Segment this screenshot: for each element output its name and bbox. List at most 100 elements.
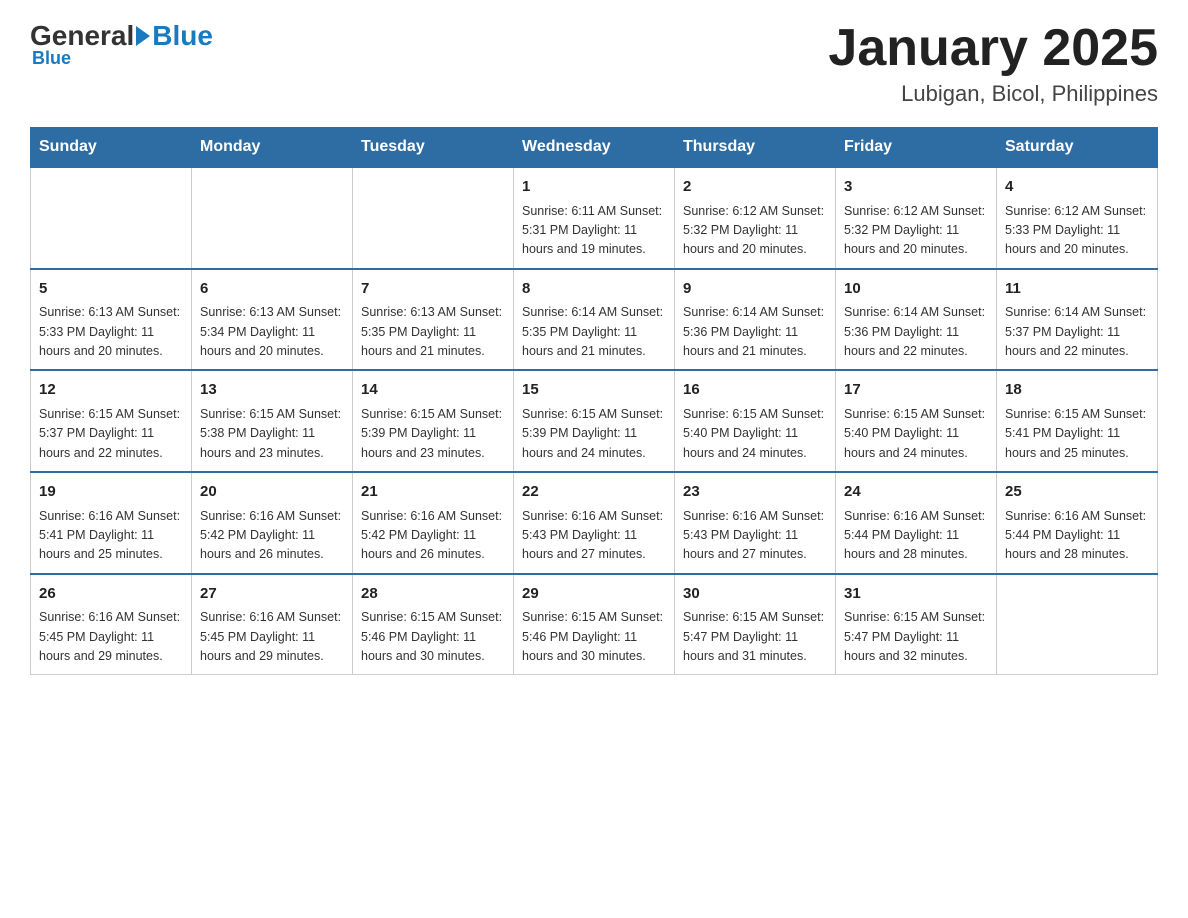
day-info: Sunrise: 6:14 AM Sunset: 5:36 PM Dayligh… [683, 303, 827, 361]
day-number: 29 [522, 583, 666, 606]
day-info: Sunrise: 6:12 AM Sunset: 5:32 PM Dayligh… [683, 202, 827, 260]
title-section: January 2025 Lubigan, Bicol, Philippines [828, 20, 1158, 107]
day-number: 19 [39, 481, 183, 504]
calendar-header-sunday: Sunday [31, 128, 192, 168]
calendar-cell: 22 Sunrise: 6:16 AM Sunset: 5:43 PM Dayli… [514, 472, 675, 574]
day-info: Sunrise: 6:15 AM Sunset: 5:47 PM Dayligh… [844, 608, 988, 666]
day-number: 14 [361, 379, 505, 402]
calendar-cell: 19Sunrise: 6:16 AM Sunset: 5:41 PM Dayli… [31, 472, 192, 574]
calendar-header-saturday: Saturday [997, 128, 1158, 168]
day-number: 10 [844, 278, 988, 301]
day-number: 22 [522, 481, 666, 504]
calendar-cell: 6Sunrise: 6:13 AM Sunset: 5:34 PM Daylig… [192, 269, 353, 371]
day-number: 17 [844, 379, 988, 402]
day-info: Sunrise: 6:16 AM Sunset: 5:42 PM Dayligh… [200, 507, 344, 565]
week-row-2: 5Sunrise: 6:13 AM Sunset: 5:33 PM Daylig… [31, 269, 1158, 371]
calendar-cell: 8Sunrise: 6:14 AM Sunset: 5:35 PM Daylig… [514, 269, 675, 371]
day-number: 3 [844, 176, 988, 199]
calendar-cell: 21 Sunrise: 6:16 AM Sunset: 5:42 PM Dayli… [353, 472, 514, 574]
logo-arrow-icon [136, 26, 150, 46]
day-number: 7 [361, 278, 505, 301]
day-info: Sunrise: 6:15 AM Sunset: 5:41 PM Dayligh… [1005, 405, 1149, 463]
day-number: 21 [361, 481, 505, 504]
logo: GeneralBlue Blue [30, 20, 213, 69]
day-info: Sunrise: 6:13 AM Sunset: 5:35 PM Dayligh… [361, 303, 505, 361]
calendar-cell: 15Sunrise: 6:15 AM Sunset: 5:39 PM Dayli… [514, 370, 675, 472]
calendar-cell: 4Sunrise: 6:12 AM Sunset: 5:33 PM Daylig… [997, 167, 1158, 269]
calendar-cell [192, 167, 353, 269]
day-number: 31 [844, 583, 988, 606]
day-number: 9 [683, 278, 827, 301]
calendar-cell: 13 Sunrise: 6:15 AM Sunset: 5:38 PM Dayli… [192, 370, 353, 472]
calendar-cell: 14Sunrise: 6:15 AM Sunset: 5:39 PM Dayli… [353, 370, 514, 472]
day-info: Sunrise: 6:16 AM Sunset: 5:45 PM Dayligh… [39, 608, 183, 666]
day-number: 28 [361, 583, 505, 606]
calendar-cell: 27Sunrise: 6:16 AM Sunset: 5:45 PM Dayli… [192, 574, 353, 675]
day-number: 25 [1005, 481, 1149, 504]
calendar-cell: 29Sunrise: 6:15 AM Sunset: 5:46 PM Dayli… [514, 574, 675, 675]
day-info: Sunrise: 6:14 AM Sunset: 5:37 PM Dayligh… [1005, 303, 1149, 361]
calendar-header-wednesday: Wednesday [514, 128, 675, 168]
day-number: 27 [200, 583, 344, 606]
calendar-cell: 17 Sunrise: 6:15 AM Sunset: 5:40 PM Dayli… [836, 370, 997, 472]
day-number: 16 [683, 379, 827, 402]
day-info: Sunrise: 6:15 AM Sunset: 5:40 PM Dayligh… [683, 405, 827, 463]
calendar-cell: 24Sunrise: 6:16 AM Sunset: 5:44 PM Dayli… [836, 472, 997, 574]
day-number: 6 [200, 278, 344, 301]
day-info: Sunrise: 6:12 AM Sunset: 5:32 PM Dayligh… [844, 202, 988, 260]
calendar-header-row: SundayMondayTuesdayWednesdayThursdayFrid… [31, 128, 1158, 168]
day-info: Sunrise: 6:13 AM Sunset: 5:34 PM Dayligh… [200, 303, 344, 361]
day-info: Sunrise: 6:16 AM Sunset: 5:45 PM Dayligh… [200, 608, 344, 666]
day-info: Sunrise: 6:13 AM Sunset: 5:33 PM Dayligh… [39, 303, 183, 361]
calendar-cell: 25 Sunrise: 6:16 AM Sunset: 5:44 PM Dayli… [997, 472, 1158, 574]
day-info: Sunrise: 6:15 AM Sunset: 5:38 PM Dayligh… [200, 405, 344, 463]
location-title: Lubigan, Bicol, Philippines [828, 81, 1158, 107]
day-info: Sunrise: 6:16 AM Sunset: 5:42 PM Dayligh… [361, 507, 505, 565]
day-number: 1 [522, 176, 666, 199]
week-row-3: 12 Sunrise: 6:15 AM Sunset: 5:37 PM Dayli… [31, 370, 1158, 472]
day-info: Sunrise: 6:15 AM Sunset: 5:47 PM Dayligh… [683, 608, 827, 666]
calendar-cell: 2 Sunrise: 6:12 AM Sunset: 5:32 PM Daylig… [675, 167, 836, 269]
week-row-1: 1 Sunrise: 6:11 AM Sunset: 5:31 PM Daylig… [31, 167, 1158, 269]
day-info: Sunrise: 6:15 AM Sunset: 5:37 PM Dayligh… [39, 405, 183, 463]
logo-tagline: Blue [32, 48, 71, 69]
calendar-header-monday: Monday [192, 128, 353, 168]
logo-blue: Blue [152, 20, 213, 52]
calendar-cell: 20 Sunrise: 6:16 AM Sunset: 5:42 PM Dayli… [192, 472, 353, 574]
day-info: Sunrise: 6:14 AM Sunset: 5:36 PM Dayligh… [844, 303, 988, 361]
week-row-5: 26Sunrise: 6:16 AM Sunset: 5:45 PM Dayli… [31, 574, 1158, 675]
calendar-cell: 12 Sunrise: 6:15 AM Sunset: 5:37 PM Dayli… [31, 370, 192, 472]
day-info: Sunrise: 6:12 AM Sunset: 5:33 PM Dayligh… [1005, 202, 1149, 260]
day-number: 13 [200, 379, 344, 402]
day-number: 30 [683, 583, 827, 606]
calendar-cell: 7Sunrise: 6:13 AM Sunset: 5:35 PM Daylig… [353, 269, 514, 371]
month-title: January 2025 [828, 20, 1158, 77]
day-info: Sunrise: 6:16 AM Sunset: 5:43 PM Dayligh… [683, 507, 827, 565]
day-info: Sunrise: 6:15 AM Sunset: 5:40 PM Dayligh… [844, 405, 988, 463]
day-number: 12 [39, 379, 183, 402]
calendar-cell [997, 574, 1158, 675]
day-number: 5 [39, 278, 183, 301]
calendar-header-friday: Friday [836, 128, 997, 168]
day-info: Sunrise: 6:16 AM Sunset: 5:43 PM Dayligh… [522, 507, 666, 565]
day-number: 15 [522, 379, 666, 402]
day-number: 18 [1005, 379, 1149, 402]
day-number: 8 [522, 278, 666, 301]
day-info: Sunrise: 6:15 AM Sunset: 5:46 PM Dayligh… [361, 608, 505, 666]
calendar-header-tuesday: Tuesday [353, 128, 514, 168]
day-info: Sunrise: 6:16 AM Sunset: 5:44 PM Dayligh… [1005, 507, 1149, 565]
day-number: 20 [200, 481, 344, 504]
day-number: 23 [683, 481, 827, 504]
calendar-cell: 31Sunrise: 6:15 AM Sunset: 5:47 PM Dayli… [836, 574, 997, 675]
calendar-cell [353, 167, 514, 269]
calendar-cell: 1 Sunrise: 6:11 AM Sunset: 5:31 PM Daylig… [514, 167, 675, 269]
day-number: 2 [683, 176, 827, 199]
page-header: GeneralBlue Blue January 2025 Lubigan, B… [30, 20, 1158, 107]
calendar-cell: 9Sunrise: 6:14 AM Sunset: 5:36 PM Daylig… [675, 269, 836, 371]
calendar-cell: 28Sunrise: 6:15 AM Sunset: 5:46 PM Dayli… [353, 574, 514, 675]
day-info: Sunrise: 6:16 AM Sunset: 5:44 PM Dayligh… [844, 507, 988, 565]
day-info: Sunrise: 6:11 AM Sunset: 5:31 PM Dayligh… [522, 202, 666, 260]
calendar-cell: 18 Sunrise: 6:15 AM Sunset: 5:41 PM Dayli… [997, 370, 1158, 472]
calendar-cell: 5Sunrise: 6:13 AM Sunset: 5:33 PM Daylig… [31, 269, 192, 371]
week-row-4: 19Sunrise: 6:16 AM Sunset: 5:41 PM Dayli… [31, 472, 1158, 574]
